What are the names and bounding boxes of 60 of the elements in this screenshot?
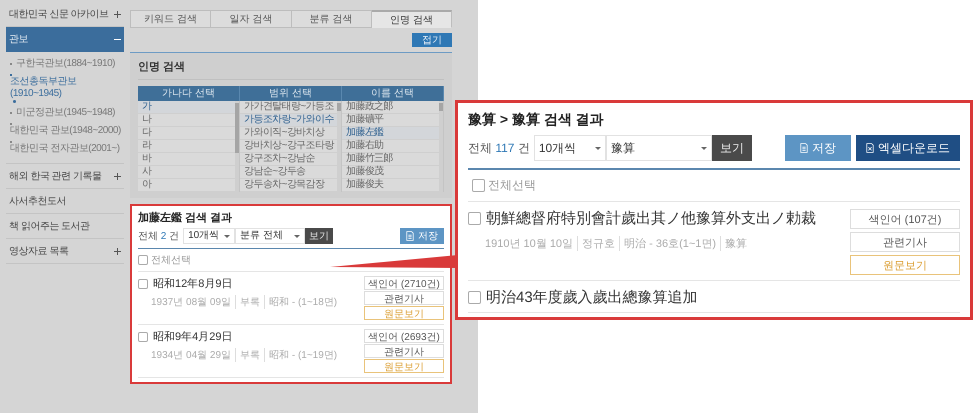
article-meta: 1910년 10월 10일 (485, 237, 574, 251)
results-title: 加藤左鑑 검색 결과 (138, 210, 234, 225)
select-all-label: 전체선택 (151, 254, 191, 267)
article-button[interactable]: 관련기사 (364, 344, 444, 358)
article-title[interactable]: 明治43年度歲入歲出總豫算追加 (486, 288, 698, 307)
article-meta: 부록 (235, 295, 264, 309)
article-meta: 1937년 08월 09일 (151, 296, 232, 309)
result-count: 전체 117 건 (468, 140, 530, 156)
list-item[interactable]: 가 (138, 101, 235, 114)
tab[interactable]: 인명 검색 (372, 10, 452, 28)
article-meta: 明治 - 36호(1~1면) (619, 236, 720, 251)
article-meta: 정규호 (577, 236, 620, 251)
sidebar-subitem[interactable]: 대한민국 전자관보(2001~) (10, 139, 124, 157)
view-button[interactable]: 보기 (712, 135, 752, 161)
sidebar-subitem[interactable]: 대한민국 관보(1948~2000) (10, 121, 124, 139)
filter-select[interactable]: 분류 전체 (235, 228, 306, 244)
article-button[interactable]: 색인어 (107건) (850, 209, 960, 229)
sidebar-item[interactable]: 책 읽어주는 도서관 (6, 214, 124, 239)
article-button[interactable]: 관련기사 (364, 291, 444, 305)
sidebar-item[interactable]: 관보 (6, 27, 124, 52)
article-button[interactable]: 원문보기 (850, 255, 960, 275)
article-button[interactable]: 원문보기 (364, 359, 444, 373)
excel-download-button[interactable]: 엑셀다운로드 (856, 135, 960, 161)
sidebar-subitem[interactable]: 조선총독부관보(1910~1945) (10, 72, 124, 105)
per-page-select[interactable]: 10개씩 (534, 135, 606, 161)
article-button[interactable]: 원문보기 (364, 306, 444, 320)
result-count: 전체 2 건 (138, 230, 180, 243)
sidebar-item[interactable]: 사서추천도서 (6, 189, 124, 214)
sidebar-item[interactable]: 해외 한국 관련 기록물 (6, 164, 124, 189)
sidebar-subitem[interactable]: 구한국관보(1884~1910) (10, 56, 124, 72)
tab[interactable]: 분류 검색 (292, 10, 372, 28)
tab[interactable]: 일자 검색 (211, 10, 292, 28)
results-title: 豫算 > 豫算 검색 결과 (468, 111, 605, 129)
collapse-button[interactable]: 접기 (412, 33, 452, 47)
column-header: 범위 선택 (240, 86, 342, 101)
select-all-label: 전체선택 (488, 177, 536, 194)
article-meta: 豫算 (720, 236, 752, 251)
column-header: 가나다 선택 (138, 86, 240, 101)
article-meta: 1934년 04월 29일 (151, 349, 232, 362)
article-title[interactable]: 昭和9年4月29日 (153, 329, 232, 344)
sidebar-subitem[interactable]: 미군정관보(1945~1948) (10, 105, 124, 121)
article-meta: 昭和 - (1~19면) (264, 348, 342, 362)
list-item[interactable]: 加藤左鑑 (342, 127, 439, 140)
tab[interactable]: 키워드 검색 (130, 10, 212, 28)
article-button[interactable]: 관련기사 (850, 232, 960, 252)
filter-select[interactable]: 豫算 (606, 135, 712, 161)
article-title[interactable]: 朝鮮總督府特別會計歲出其ノ他豫算外支出ノ勅裁 (486, 209, 816, 228)
list-item[interactable]: 가등조차랑~가와이수 (240, 114, 337, 127)
article-button[interactable]: 색인어 (2710건) (364, 276, 444, 290)
panel-title: 인명 검색 (138, 59, 444, 80)
view-button[interactable]: 보기 (305, 228, 334, 244)
sidebar-item[interactable]: 영상자료 목록 (6, 239, 124, 264)
article-button[interactable]: 색인어 (2693건) (364, 329, 444, 343)
per-page-select[interactable]: 10개씩 (183, 228, 236, 244)
column-header: 이름 선택 (342, 86, 444, 101)
article-meta: 부록 (235, 348, 264, 362)
save-button[interactable]: 저장 (785, 135, 851, 161)
save-button[interactable]: 저장 (400, 228, 444, 244)
article-title[interactable]: 昭和12年8月9日 (153, 276, 232, 291)
article-meta: 昭和 - (1~18면) (264, 295, 342, 309)
